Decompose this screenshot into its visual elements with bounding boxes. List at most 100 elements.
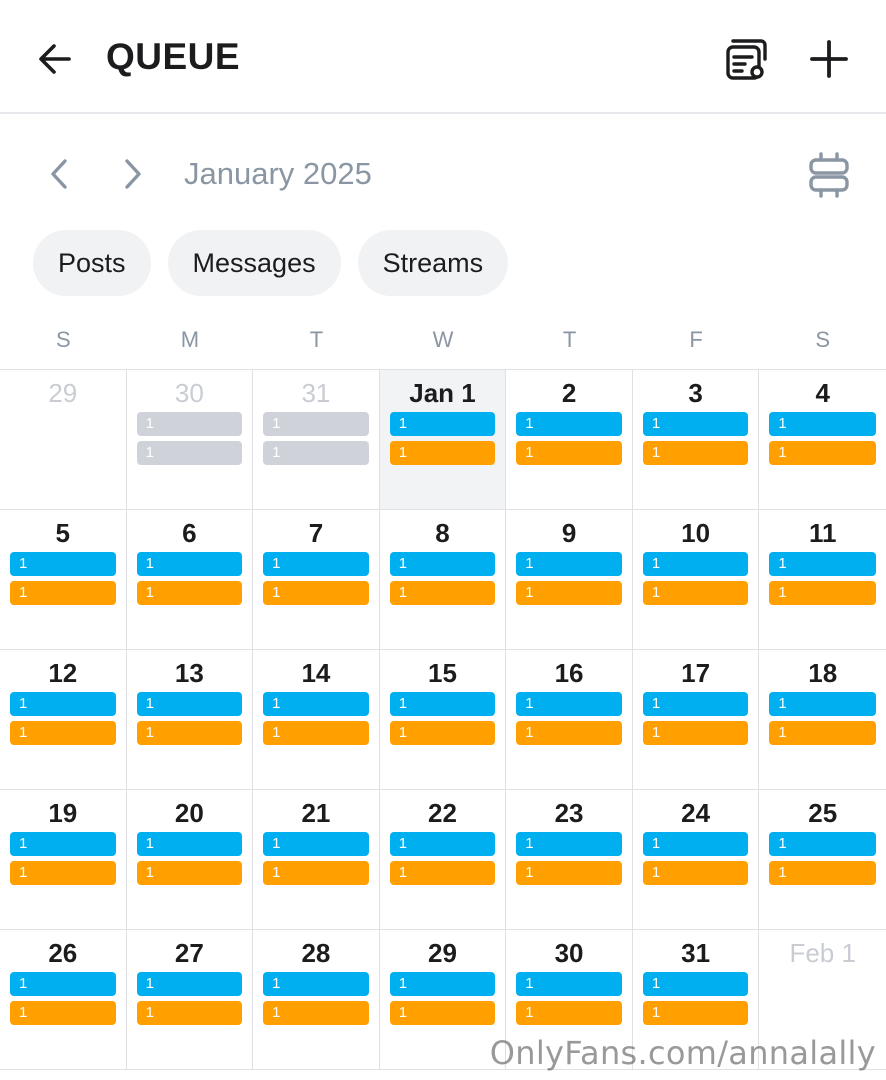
calendar-day[interactable]: 14 1 1 xyxy=(253,650,380,790)
scheduled-message-bar[interactable]: 1 xyxy=(769,581,876,605)
filter-messages[interactable]: Messages xyxy=(167,230,341,296)
calendar-day[interactable]: 911 xyxy=(506,510,633,650)
previous-month-button[interactable] xyxy=(38,152,82,196)
calendar-day[interactable]: 31 1 1 xyxy=(253,370,380,510)
scheduled-post-bar[interactable]: 1 xyxy=(136,692,243,716)
scheduled-message-bar[interactable]: 1 xyxy=(263,1001,369,1025)
scheduled-post-bar[interactable]: 1 xyxy=(769,692,876,716)
back-button[interactable] xyxy=(30,34,80,84)
scheduled-post-bar[interactable]: 1 xyxy=(263,692,369,716)
scheduled-message-bar[interactable]: 1 xyxy=(389,861,496,885)
scheduled-post-bar[interactable]: 1 xyxy=(516,552,622,576)
scheduled-post-bar[interactable]: 1 xyxy=(769,552,876,576)
scheduled-post-bar[interactable]: 1 xyxy=(389,692,496,716)
scheduled-post-bar[interactable]: 1 xyxy=(516,692,622,716)
past-item-bar[interactable]: 1 xyxy=(263,441,369,465)
scheduled-post-bar[interactable]: 1 xyxy=(263,832,369,856)
calendar-day[interactable]: 511 xyxy=(0,510,127,650)
filter-streams[interactable]: Streams xyxy=(357,230,509,296)
scheduled-post-bar[interactable]: 1 xyxy=(389,412,496,436)
scheduled-post-bar[interactable]: 1 xyxy=(10,552,116,576)
scheduled-message-bar[interactable]: 1 xyxy=(136,581,243,605)
calendar-day[interactable]: 19 1 1 xyxy=(0,790,127,930)
scheduled-post-bar[interactable]: 1 xyxy=(642,972,749,996)
calendar-day[interactable]: 28 1 1 xyxy=(253,930,380,1070)
calendar-day[interactable]: 29 1 1 xyxy=(379,930,507,1070)
scheduled-message-bar[interactable]: 1 xyxy=(136,1001,243,1025)
scheduled-message-bar[interactable]: 1 xyxy=(516,581,622,605)
calendar-day[interactable]: 17 1 1 xyxy=(632,650,760,790)
scheduled-message-bar[interactable]: 1 xyxy=(10,581,116,605)
scheduled-post-bar[interactable]: 1 xyxy=(769,832,876,856)
scheduled-post-bar[interactable]: 1 xyxy=(642,552,749,576)
scheduled-post-bar[interactable]: 1 xyxy=(516,972,622,996)
filter-posts[interactable]: Posts xyxy=(33,230,151,296)
scheduled-message-bar[interactable]: 1 xyxy=(389,441,496,465)
calendar-day[interactable]: 25 1 1 xyxy=(759,790,886,930)
scheduled-message-bar[interactable]: 1 xyxy=(389,1001,496,1025)
scheduled-post-bar[interactable]: 1 xyxy=(136,552,243,576)
scheduled-message-bar[interactable]: 1 xyxy=(136,721,243,745)
calendar-day[interactable]: 27 1 1 xyxy=(126,930,254,1070)
calendar-day[interactable]: 21 1 1 xyxy=(253,790,380,930)
scheduled-message-bar[interactable]: 1 xyxy=(263,721,369,745)
scheduled-post-bar[interactable]: 1 xyxy=(10,832,116,856)
calendar-day[interactable]: 811 xyxy=(379,510,507,650)
scheduled-post-bar[interactable]: 1 xyxy=(389,552,496,576)
scheduled-post-bar[interactable]: 1 xyxy=(642,412,749,436)
scheduled-post-bar[interactable]: 1 xyxy=(10,972,116,996)
calendar-day[interactable]: 711 xyxy=(253,510,380,650)
view-toggle-button[interactable] xyxy=(802,148,856,202)
queue-list-button[interactable] xyxy=(720,34,772,86)
scheduled-message-bar[interactable]: 1 xyxy=(10,861,116,885)
scheduled-post-bar[interactable]: 1 xyxy=(136,832,243,856)
calendar-day[interactable]: 611 xyxy=(126,510,254,650)
scheduled-message-bar[interactable]: 1 xyxy=(769,861,876,885)
past-item-bar[interactable]: 1 xyxy=(136,441,243,465)
month-label[interactable]: January 2025 xyxy=(184,156,372,192)
calendar-day[interactable]: 24 1 1 xyxy=(632,790,760,930)
scheduled-post-bar[interactable]: 1 xyxy=(642,692,749,716)
calendar-day[interactable]: 11 1 1 xyxy=(759,510,886,650)
scheduled-message-bar[interactable]: 1 xyxy=(263,581,369,605)
past-item-bar[interactable]: 1 xyxy=(263,412,369,436)
scheduled-message-bar[interactable]: 1 xyxy=(516,861,622,885)
calendar-day[interactable]: 30 1 1 xyxy=(126,370,254,510)
past-item-bar[interactable]: 1 xyxy=(136,412,243,436)
add-button[interactable] xyxy=(802,32,856,86)
scheduled-message-bar[interactable]: 1 xyxy=(769,441,876,465)
calendar-day-today[interactable]: Jan 111 xyxy=(379,370,507,510)
scheduled-post-bar[interactable]: 1 xyxy=(263,552,369,576)
next-month-button[interactable] xyxy=(110,152,154,196)
scheduled-message-bar[interactable]: 1 xyxy=(389,721,496,745)
scheduled-message-bar[interactable]: 1 xyxy=(642,861,749,885)
scheduled-post-bar[interactable]: 1 xyxy=(263,972,369,996)
scheduled-message-bar[interactable]: 1 xyxy=(642,1001,749,1025)
scheduled-message-bar[interactable]: 1 xyxy=(516,721,622,745)
scheduled-post-bar[interactable]: 1 xyxy=(642,832,749,856)
calendar-day[interactable]: 29 xyxy=(0,370,127,510)
calendar-day[interactable]: 16 1 1 xyxy=(506,650,633,790)
calendar-day[interactable]: 20 1 1 xyxy=(126,790,254,930)
calendar-day[interactable]: 13 1 1 xyxy=(126,650,254,790)
calendar-day[interactable]: 311 xyxy=(632,370,760,510)
scheduled-message-bar[interactable]: 1 xyxy=(516,441,622,465)
scheduled-message-bar[interactable]: 1 xyxy=(10,721,116,745)
scheduled-post-bar[interactable]: 1 xyxy=(516,832,622,856)
scheduled-message-bar[interactable]: 1 xyxy=(642,721,749,745)
scheduled-post-bar[interactable]: 1 xyxy=(136,972,243,996)
calendar-day[interactable]: 211 xyxy=(506,370,633,510)
scheduled-post-bar[interactable]: 1 xyxy=(389,832,496,856)
calendar-day[interactable]: 10 1 1 xyxy=(632,510,760,650)
scheduled-message-bar[interactable]: 1 xyxy=(389,581,496,605)
scheduled-post-bar[interactable]: 1 xyxy=(389,972,496,996)
calendar-day[interactable]: 26 1 1 xyxy=(0,930,127,1070)
scheduled-message-bar[interactable]: 1 xyxy=(263,861,369,885)
scheduled-message-bar[interactable]: 1 xyxy=(136,861,243,885)
scheduled-post-bar[interactable]: 1 xyxy=(769,412,876,436)
scheduled-post-bar[interactable]: 1 xyxy=(10,692,116,716)
scheduled-message-bar[interactable]: 1 xyxy=(10,1001,116,1025)
calendar-day[interactable]: 15 1 1 xyxy=(379,650,507,790)
scheduled-message-bar[interactable]: 1 xyxy=(642,581,749,605)
scheduled-message-bar[interactable]: 1 xyxy=(769,721,876,745)
